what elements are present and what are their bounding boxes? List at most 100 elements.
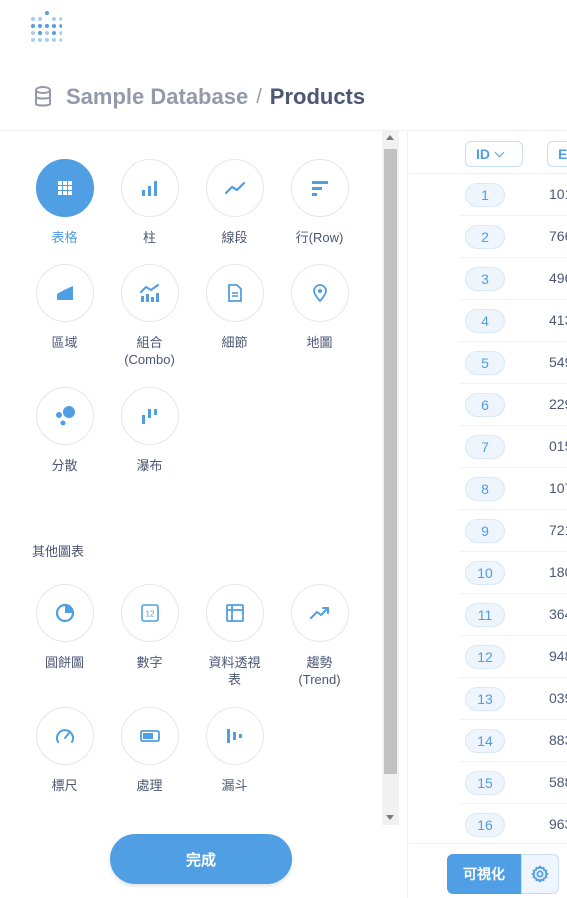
row-id-pill[interactable]: 11 [465,603,505,627]
table-row[interactable]: 15 588 [409,762,567,804]
table-row[interactable]: 10 180 [409,552,567,594]
viz-option-bar[interactable]: 柱 [107,159,192,246]
viz-option-scatter[interactable]: 分散 [22,387,107,474]
viz-option-pie[interactable]: 圓餅圖 [22,584,107,671]
row-ean-cell: 364 [549,606,567,622]
viz-option-funnel[interactable]: 漏斗 [192,707,277,794]
viz-label: 標尺 [51,778,78,793]
viz-label: 數字 [136,655,163,670]
row-id-pill[interactable]: 3 [465,267,505,291]
viz-sidebar: 表格 柱 線段 行(Row) 區域 組合 (Combo) 細節 地圖 分散 瀑布… [0,131,408,898]
table-row[interactable]: 16 963 [409,804,567,843]
row-id-pill[interactable]: 1 [465,183,505,207]
viz-option-row[interactable]: 行(Row) [277,159,362,246]
row-id-pill[interactable]: 12 [465,645,505,669]
row-id-pill[interactable]: 4 [465,309,505,333]
row-id-pill[interactable]: 16 [465,813,505,837]
viz-label: 線段 [221,230,248,245]
row-ean-cell: 496 [549,270,567,286]
progress-icon [139,730,160,742]
table-row[interactable]: 8 107 [409,468,567,510]
viz-label: 資料透視 表 [208,655,261,687]
row-ean-cell: 963 [549,816,567,832]
row-ean-cell: 107 [549,480,567,496]
footer-bar: 可視化 [409,843,567,898]
waterfall-icon [141,409,157,424]
done-button[interactable]: 完成 [110,834,292,884]
scroll-thumb[interactable] [384,149,397,774]
table-row[interactable]: 2 766 [409,216,567,258]
other-charts-heading: 其他圖表 [32,544,85,559]
table-row[interactable]: 1 101 [409,174,567,216]
viz-option-gauge[interactable]: 標尺 [22,707,107,794]
results-table: ID E 11012766 3 496 4 413 5549 6 229 7 015 8 107 9 72… [409,131,567,843]
table-row[interactable]: 9 721 [409,510,567,552]
viz-option-combo[interactable]: 組合 (Combo) [107,264,192,368]
viz-label: 趨勢 (Trend) [298,655,341,687]
table-row[interactable]: 12 948 [409,636,567,678]
row-id-pill[interactable]: 8 [465,477,505,501]
table-row[interactable]: 11 364 [409,594,567,636]
row-id-pill[interactable]: 15 [465,771,505,795]
row-ean-cell: 229 [549,396,567,412]
table-row[interactable]: 4 413 [409,300,567,342]
scroll-up-arrow-icon[interactable] [386,135,394,140]
row-id-pill[interactable]: 9 [465,519,505,543]
viz-label: 組合 (Combo) [124,335,175,367]
settings-button[interactable] [521,854,559,894]
row-id-pill[interactable]: 14 [465,729,505,753]
pie-icon [55,603,74,623]
area-icon [56,286,73,300]
column-header-label: E [558,146,567,162]
detail-icon [227,284,242,302]
metabase-logo-icon[interactable] [30,10,62,46]
row-ean-cell: 413 [549,312,567,328]
table-row[interactable]: 7 015 [409,426,567,468]
row-id-pill[interactable]: 5 [465,351,505,375]
viz-option-number[interactable]: 12 數字 [107,584,192,671]
visualize-button[interactable]: 可視化 [447,854,521,894]
breadcrumb-table: Products [269,84,366,109]
viz-label: 表格 [51,230,78,245]
table-row[interactable]: 14 883 [409,720,567,762]
viz-option-line[interactable]: 線段 [192,159,277,246]
viz-label: 圓餅圖 [44,655,84,670]
viz-label: 分散 [51,458,78,473]
top-bar [0,0,567,56]
row-ean-cell: 721 [549,522,567,538]
table-row[interactable]: 3 496 [409,258,567,300]
gauge-icon [55,729,74,743]
breadcrumb-separator: / [256,85,262,108]
row-id-pill[interactable]: 13 [465,687,505,711]
row-id-pill[interactable]: 2 [465,225,505,249]
table-row[interactable]: 6 229 [409,384,567,426]
row-id-pill[interactable]: 7 [465,435,505,459]
column-header-id[interactable]: ID [465,141,523,167]
viz-option-table[interactable]: 表格 [22,159,107,246]
viz-label: 行(Row) [295,230,344,245]
viz-option-progress[interactable]: 處理 [107,707,192,794]
scroll-down-arrow-icon[interactable] [386,815,394,820]
svg-text:12: 12 [145,610,154,619]
trend-icon [309,607,329,619]
viz-option-map[interactable]: 地圖 [277,264,362,351]
viz-option-waterfall[interactable]: 瀑布 [107,387,192,474]
viz-option-pivot[interactable]: 資料透視 表 [192,584,277,688]
viz-label: 柱 [142,230,156,245]
combo-icon [139,284,159,302]
number-icon: 12 [140,604,159,622]
viz-option-detail[interactable]: 細節 [192,264,277,351]
row-ean-cell: 588 [549,774,567,790]
breadcrumb-database[interactable]: Sample Database [66,84,248,110]
table-row[interactable]: 5 549 [409,342,567,384]
row-id-pill[interactable]: 10 [465,561,505,585]
table-row[interactable]: 13 039 [409,678,567,720]
viz-option-trend[interactable]: 趨勢 (Trend) [277,584,362,688]
sidebar-scrollbar[interactable] [382,131,399,825]
column-header-ean[interactable]: E [547,141,567,167]
map-pin-icon [312,284,327,302]
row-ean-cell: 015 [549,438,567,454]
row-id-pill[interactable]: 6 [465,393,505,417]
row-ean-cell: 180 [549,564,567,580]
viz-option-area[interactable]: 區域 [22,264,107,351]
